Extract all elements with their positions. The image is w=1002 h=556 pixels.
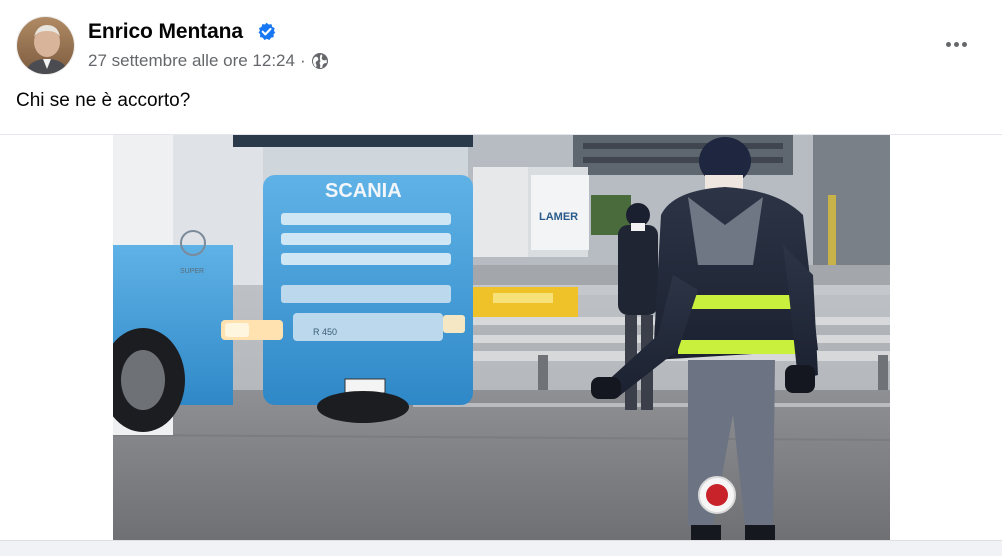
author-avatar[interactable]: [16, 16, 75, 75]
post-header: Enrico Mentana 27 settembre alle ore 12:…: [16, 16, 986, 76]
post-timestamp[interactable]: 27 settembre alle ore 12:24: [88, 51, 295, 71]
trailer-logo: LAMER: [539, 211, 578, 223]
post-photo[interactable]: LAMER SCANIA R 450 SUPER: [113, 135, 890, 540]
avatar-portrait: [17, 17, 74, 74]
truck-model: R 450: [313, 327, 337, 337]
author-name[interactable]: Enrico Mentana: [88, 20, 243, 44]
facebook-post: Enrico Mentana 27 settembre alle ore 12:…: [0, 0, 1002, 540]
more-options-button[interactable]: [938, 30, 974, 58]
post-text: Chi se ne è accorto?: [16, 90, 191, 111]
meta-separator: ·: [299, 51, 306, 70]
truck-badge: SUPER: [180, 268, 204, 275]
verified-badge-icon: [258, 22, 276, 40]
globe-icon[interactable]: [311, 52, 329, 70]
photo-truck-checkpoint: LAMER SCANIA R 450 SUPER: [113, 135, 890, 540]
more-options-icon: [945, 41, 951, 47]
truck-brand: SCANIA: [325, 180, 402, 202]
feed-background: [0, 540, 1002, 556]
post-meta: 27 settembre alle ore 12:24 ·: [88, 51, 329, 71]
